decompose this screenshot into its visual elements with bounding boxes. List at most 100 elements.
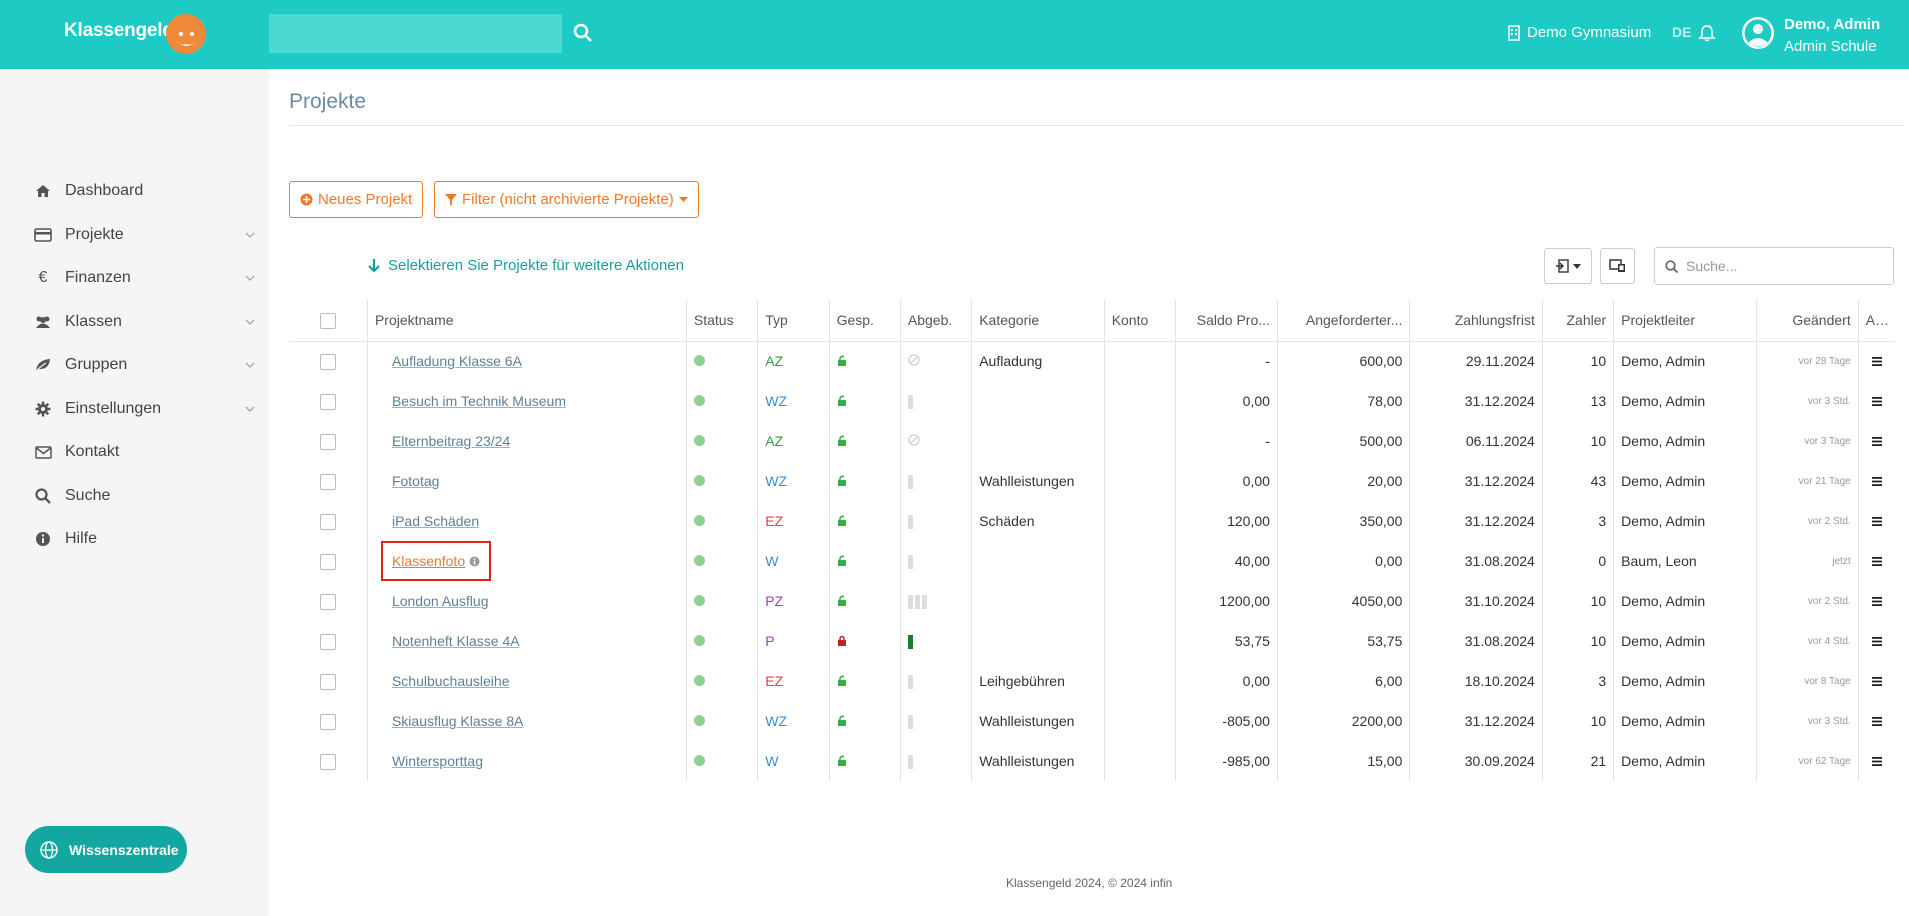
project-link[interactable]: Besuch im Technik Museum [392,393,566,409]
project-link[interactable]: Skiausflug Klasse 8A [392,713,524,729]
col-header-status[interactable]: Status [685,300,758,342]
row-select-cell[interactable] [289,581,367,621]
sidebar-item-klassen[interactable]: Klassen [0,302,269,342]
sidebar-item-finanzen[interactable]: € Finanzen [0,258,269,298]
row-checkbox[interactable] [319,633,336,650]
project-link[interactable]: London Ausflug [392,593,489,609]
col-header-zahler[interactable]: Zahler [1541,300,1614,342]
selection-hint[interactable]: Selektieren Sie Projekte für weitere Akt… [368,257,684,274]
row-checkbox[interactable] [319,713,336,730]
row-select-cell[interactable] [289,701,367,741]
table-row[interactable]: Wintersporttag W Wahlleistungen -985,00 15,0… [289,741,1895,781]
filter-button[interactable]: Filter (nicht archivierte Projekte) [434,181,699,218]
sidebar-item-dashboard[interactable]: Dashboard [0,171,269,211]
table-row[interactable]: Schulbuchausleihe EZ Leihgebühren 0,00 6,00 1… [289,661,1895,701]
col-header-saldo[interactable]: Saldo Pro... [1175,300,1278,342]
table-search-input[interactable]: Suche... [1654,247,1894,285]
language-selector[interactable]: DE [1672,24,1691,40]
table-row[interactable]: Klassenfoto W 40,00 0,00 31.08.2024 0 Baum, Le… [289,541,1895,581]
table-row[interactable]: Besuch im Technik Museum WZ 0,00 78,00 31.12… [289,381,1895,421]
info-icon[interactable] [469,556,480,567]
row-checkbox[interactable] [319,393,336,410]
col-header-angefordert[interactable]: Angeforderter... [1276,300,1410,342]
menu-icon[interactable] [1871,717,1882,726]
row-select-cell[interactable] [289,421,367,461]
row-checkbox[interactable] [319,513,336,530]
sidebar-item-hilfe[interactable]: Hilfe [0,519,269,559]
row-select-cell[interactable] [289,461,367,501]
menu-icon[interactable] [1871,357,1882,367]
row-select-cell[interactable] [289,501,367,541]
actions-cell[interactable] [1857,581,1895,621]
search-icon[interactable] [572,22,594,44]
menu-icon[interactable] [1871,517,1882,526]
header-search-input[interactable] [269,14,562,53]
menu-icon[interactable] [1871,637,1882,646]
row-checkbox[interactable] [319,353,336,370]
row-checkbox[interactable] [319,673,336,690]
row-checkbox[interactable] [319,593,336,610]
row-checkbox[interactable] [319,753,336,770]
table-row[interactable]: Notenheft Klasse 4A P 53,75 53,75 31.08.2024… [289,621,1895,661]
table-row[interactable]: Aufladung Klasse 6A AZ Aufladung -600,00 29.… [289,341,1895,381]
project-link[interactable]: Aufladung Klasse 6A [392,353,522,369]
brand-name[interactable]: Klassengeld [64,20,174,42]
actions-cell[interactable] [1857,421,1895,461]
select-all-checkbox[interactable] [319,312,336,329]
actions-cell[interactable] [1857,381,1895,421]
user-name[interactable]: Demo, Admin [1784,16,1880,33]
project-link[interactable]: Elternbeitrag 23/24 [392,433,510,449]
project-link[interactable]: Klassenfoto [392,553,465,569]
row-select-cell[interactable] [289,341,367,381]
actions-cell[interactable] [1857,341,1895,381]
sidebar-item-suche[interactable]: Suche [0,476,269,516]
row-checkbox[interactable] [319,553,336,570]
col-header-geaendert[interactable]: Geändert [1755,300,1859,342]
bell-icon[interactable] [1698,24,1716,42]
row-select-cell[interactable] [289,661,367,701]
row-select-cell[interactable] [289,741,367,781]
actions-cell[interactable] [1857,741,1895,781]
menu-icon[interactable] [1871,677,1882,686]
project-link[interactable]: Wintersporttag [392,753,483,769]
project-link[interactable]: Fototag [392,473,439,489]
table-row[interactable]: Fototag WZ Wahlleistungen 0,00 20,00 31.12.20… [289,461,1895,501]
columns-toggle-button[interactable] [1600,248,1635,284]
actions-cell[interactable] [1857,541,1895,581]
row-checkbox[interactable] [319,433,336,450]
table-row[interactable]: London Ausflug PZ 1200,00 4050,00 31.10.2024… [289,581,1895,621]
project-link[interactable]: Schulbuchausleihe [392,673,510,689]
sidebar-item-gruppen[interactable]: Gruppen [0,345,269,385]
row-select-cell[interactable] [289,541,367,581]
project-link[interactable]: Notenheft Klasse 4A [392,633,520,649]
menu-icon[interactable] [1871,397,1882,406]
school-selector[interactable]: Demo Gymnasium [1507,24,1651,41]
table-row[interactable]: iPad Schäden EZ Schäden 120,00 350,00 31.12.2… [289,501,1895,541]
sidebar-item-kontakt[interactable]: Kontakt [0,432,269,472]
col-header-abgeb[interactable]: Abgeb. [899,300,972,342]
col-header-typ[interactable]: Typ [757,300,830,342]
select-all-cell[interactable] [289,300,368,342]
menu-icon[interactable] [1871,597,1882,606]
actions-cell[interactable] [1857,461,1895,501]
export-button[interactable] [1544,248,1592,284]
actions-cell[interactable] [1857,661,1895,701]
table-row[interactable]: Elternbeitrag 23/24 AZ -500,00 06.11.2024 10… [289,421,1895,461]
sidebar-item-projekte[interactable]: Projekte [0,215,269,255]
menu-icon[interactable] [1871,757,1882,766]
avatar[interactable] [1741,16,1775,50]
col-header-gesp[interactable]: Gesp. [828,300,901,342]
col-header-kategorie[interactable]: Kategorie [971,300,1105,342]
actions-cell[interactable] [1857,701,1895,741]
fox-logo-icon[interactable] [162,12,212,56]
wissenszentrale-button[interactable]: Wissenszentrale [25,826,187,873]
menu-icon[interactable] [1871,477,1882,486]
actions-cell[interactable] [1857,501,1895,541]
new-project-button[interactable]: Neues Projekt [289,181,424,218]
sidebar-item-einstellungen[interactable]: Einstellungen [0,389,269,429]
actions-cell[interactable] [1857,621,1895,661]
col-header-konto[interactable]: Konto [1103,300,1176,342]
project-link[interactable]: iPad Schäden [392,513,479,529]
menu-icon[interactable] [1871,437,1882,446]
row-select-cell[interactable] [289,621,367,661]
